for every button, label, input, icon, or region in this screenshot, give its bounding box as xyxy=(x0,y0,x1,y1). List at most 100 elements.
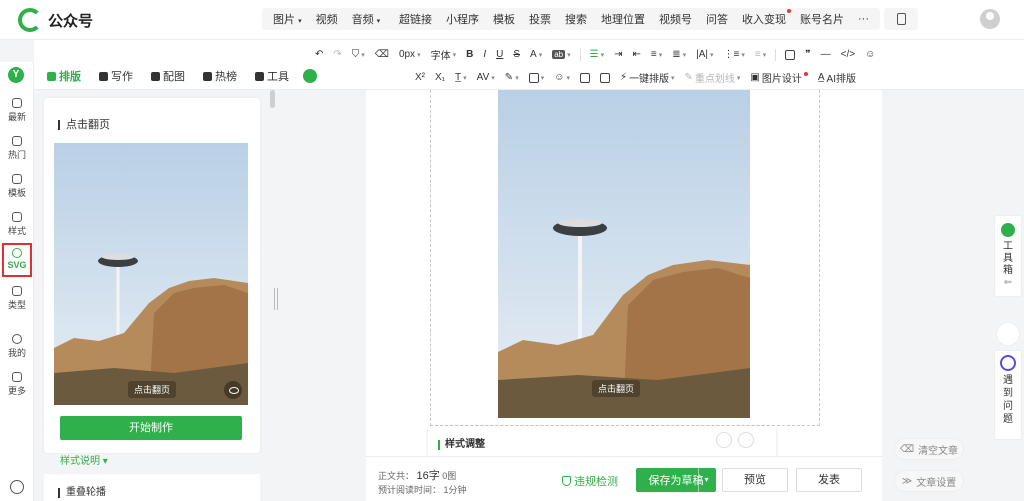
tool-bar: ↶ ↷ ⛉ ▾ ⌫ 0px ▾ 字体 ▾ B I U S A ▾ ab ▾ ☰ ▾ ⇥ ⇤ … xyxy=(34,40,1024,90)
style-card[interactable]: 点击翻页 点击翻页 开始制作 样式说明 ▾ xyxy=(44,98,260,467)
sticker-icon[interactable]: ☺ ▾ xyxy=(549,72,575,83)
brush-icon[interactable]: ✎ ▾ xyxy=(500,72,524,83)
redo-icon[interactable]: ↷ xyxy=(328,49,346,60)
letter-spacing-icon[interactable]: |A| ▾ xyxy=(691,49,718,60)
background-icon[interactable]: ▾ xyxy=(524,72,550,83)
strikethrough-icon[interactable]: S xyxy=(508,49,525,60)
tab-images[interactable]: 配图 xyxy=(143,68,193,84)
publish-button[interactable]: 发表 xyxy=(796,468,862,492)
style-preview-image[interactable]: 点击翻页 xyxy=(54,143,248,405)
tab-tools[interactable]: 工具 xyxy=(247,68,297,84)
tab-hot-list[interactable]: 热榜 xyxy=(195,68,245,84)
brand-icon[interactable]: Y xyxy=(8,67,24,83)
format-toolbar-row-2: X² X₁ T̲ ▾ AV ▾ ✎ ▾ ▾ ☺ ▾ ⚡ 一键排版 ▾ ✎ 重点划线 ▾ ▣ 图片设… xyxy=(410,70,861,85)
rail-item-latest[interactable]: 最新 xyxy=(0,98,34,123)
top-bar: 公众号 图片 ▾ 视频 音频 ▾ 超链接 小程序 模板 投票 搜索 地理位置 视… xyxy=(0,0,1024,40)
panel-scrollbar[interactable] xyxy=(270,90,275,108)
highlight-line-button[interactable]: ✎ 重点划线 ▾ xyxy=(680,70,746,85)
insert-qa[interactable]: 问答 xyxy=(699,11,735,27)
toolbox-panel[interactable]: 工 具 箱 ⇐ xyxy=(994,215,1022,297)
code-icon[interactable]: </> xyxy=(836,49,860,60)
rail-item-mine[interactable]: 我的 xyxy=(0,334,34,359)
app-logo[interactable]: 公众号 xyxy=(18,8,93,32)
article-settings-button[interactable]: ≫ 文章设置 xyxy=(894,470,964,492)
insert-monetize[interactable]: 收入变现 xyxy=(735,9,793,27)
indent-icon[interactable]: ⇥ xyxy=(609,49,627,60)
rail-item-style[interactable]: 样式 xyxy=(0,212,34,237)
font-family-select[interactable]: 字体 ▾ xyxy=(426,47,462,62)
highlight-color-icon[interactable]: ab ▾ xyxy=(547,50,575,59)
cube-icon xyxy=(255,71,264,81)
panel-toggle[interactable] xyxy=(303,69,317,83)
tab-writing[interactable]: 写作 xyxy=(91,68,141,84)
emoji-icon[interactable]: ☺ xyxy=(860,49,880,60)
start-making-button[interactable]: 开始制作 xyxy=(60,416,242,440)
save-options-dropdown[interactable]: ▾ xyxy=(698,468,714,492)
panel-resize-handle[interactable] xyxy=(274,288,278,310)
one-click-layout-button[interactable]: ⚡ 一键排版 ▾ xyxy=(615,70,680,85)
html-icon[interactable] xyxy=(575,72,595,83)
style-adjust-panel[interactable]: 样式调整 xyxy=(428,426,776,456)
eye-icon[interactable] xyxy=(224,381,242,399)
insert-hyperlink[interactable]: 超链接 xyxy=(392,11,439,27)
insert-image-menu[interactable]: 图片 ▾ xyxy=(266,11,309,27)
divider-icon[interactable]: — xyxy=(816,49,836,60)
color-swatch-2[interactable] xyxy=(738,432,754,448)
numbered-list-icon[interactable]: ≡ ▾ xyxy=(750,49,771,60)
paragraph-spacing-icon[interactable]: ≣ ▾ xyxy=(667,49,691,60)
more-inserts[interactable]: ··· xyxy=(851,13,876,25)
insert-video-menu[interactable]: 视频 xyxy=(309,11,345,27)
headset-icon[interactable] xyxy=(10,480,24,494)
subscript-icon[interactable]: X₁ xyxy=(430,72,450,83)
help-panel[interactable]: 遇 到 问 题 xyxy=(994,350,1022,440)
bold-icon[interactable]: B xyxy=(461,49,478,60)
rail-item-type[interactable]: 类型 xyxy=(0,286,34,311)
phone-preview-button[interactable] xyxy=(884,8,918,30)
font-size-select[interactable]: 0px ▾ xyxy=(394,49,426,60)
table-icon[interactable] xyxy=(780,49,800,60)
preview-button[interactable]: 预览 xyxy=(722,468,788,492)
undo-icon[interactable]: ↶ xyxy=(310,49,328,60)
outdent-icon[interactable]: ⇤ xyxy=(628,49,646,60)
text-indent-icon[interactable]: T̲ ▾ xyxy=(450,72,472,83)
style-card-2[interactable]: 重叠轮播 xyxy=(44,474,260,501)
new-dot xyxy=(787,9,791,13)
quote-icon[interactable]: ❞ xyxy=(800,49,815,60)
rail-item-svg[interactable]: SVG xyxy=(2,243,32,277)
line-height-icon[interactable]: ≡ ▾ xyxy=(646,49,667,60)
align-left-icon[interactable]: ☰ ▾ xyxy=(585,49,609,60)
insert-audio-menu[interactable]: 音频 ▾ xyxy=(345,11,388,27)
apps-icon[interactable] xyxy=(996,322,1020,346)
editor-canvas[interactable]: 点击翻页 样式调整 xyxy=(366,90,882,501)
violation-check-button[interactable]: 违规检测 xyxy=(562,473,618,489)
rail-item-more[interactable]: 更多 xyxy=(0,372,34,397)
color-swatch-1[interactable] xyxy=(716,432,732,448)
ai-layout-button[interactable]: A̲ AI排版 xyxy=(813,70,861,85)
insert-account-card[interactable]: 账号名片 xyxy=(793,11,851,27)
toolbox-icon[interactable] xyxy=(595,72,615,83)
font-color-icon[interactable]: A ▾ xyxy=(525,49,547,60)
editor-image[interactable]: 点击翻页 xyxy=(498,90,750,418)
superscript-icon[interactable]: X² xyxy=(410,72,430,83)
user-avatar[interactable] xyxy=(980,9,1000,29)
brand-icon xyxy=(1001,223,1015,237)
insert-template[interactable]: 模板 xyxy=(486,11,522,27)
style-description-link[interactable]: 样式说明 ▾ xyxy=(60,452,108,467)
clear-article-button[interactable]: ⌫ 清空文章 xyxy=(894,438,964,460)
image-design-button[interactable]: ▣ 图片设计 xyxy=(745,70,812,85)
char-spacing-icon[interactable]: AV ▾ xyxy=(472,72,500,83)
insert-channels[interactable]: 视频号 xyxy=(652,11,699,27)
rail-item-hot[interactable]: 热门 xyxy=(0,136,34,161)
underline-icon[interactable]: U xyxy=(491,49,508,60)
insert-mini-program[interactable]: 小程序 xyxy=(439,11,486,27)
bullet-list-icon[interactable]: ⋮≡ ▾ xyxy=(719,49,750,60)
insert-vote[interactable]: 投票 xyxy=(522,11,558,27)
clear-format-icon[interactable]: ⌫ xyxy=(370,49,394,60)
rail-item-template[interactable]: 模板 xyxy=(0,174,34,199)
insert-search[interactable]: 搜索 xyxy=(558,11,594,27)
insert-toolbar: 超链接 小程序 模板 投票 搜索 地理位置 视频号 问答 收入变现 账号名片 ·… xyxy=(388,8,880,30)
italic-icon[interactable]: I xyxy=(478,49,491,60)
format-painter-icon[interactable]: ⛉ ▾ xyxy=(347,49,370,60)
insert-location[interactable]: 地理位置 xyxy=(594,11,652,27)
tab-layout[interactable]: 排版 xyxy=(39,68,89,84)
